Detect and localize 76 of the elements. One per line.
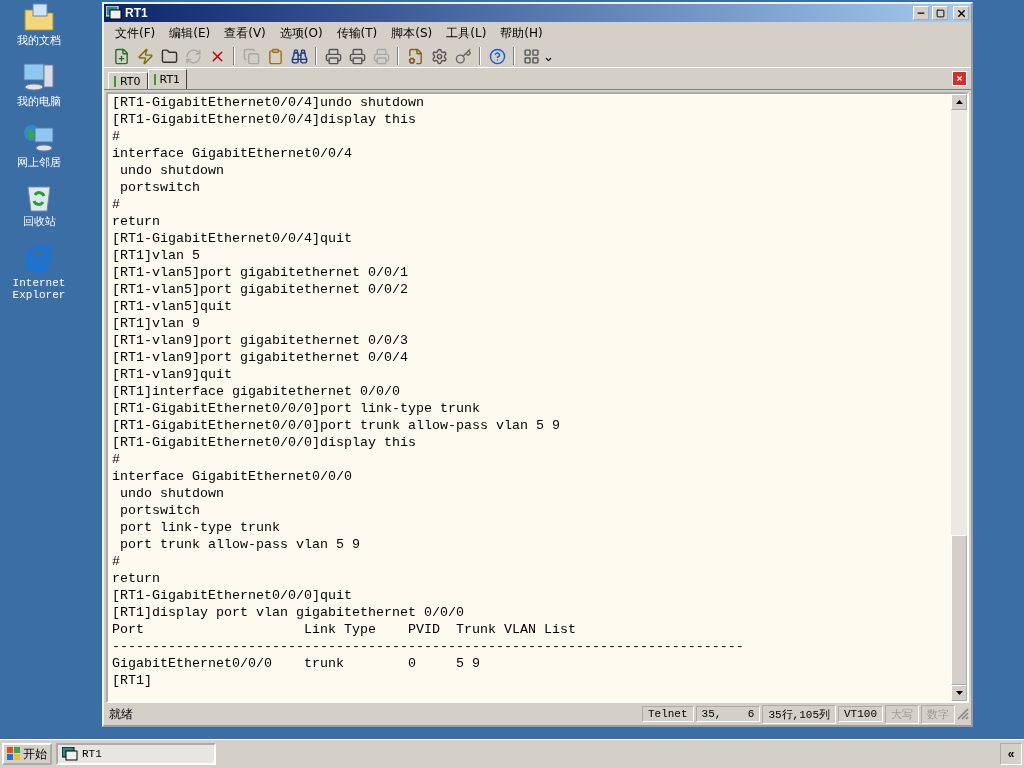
- terminal-line: [RT1-GigabitEthernet0/0/4]undo shutdown: [112, 94, 425, 111]
- desktop-icon-label[interactable]: 我的电脑: [17, 96, 61, 108]
- terminal-line: #: [112, 553, 121, 570]
- recycle-bin-icon: [25, 183, 53, 213]
- vertical-scrollbar[interactable]: [951, 94, 967, 701]
- menu-item[interactable]: 文件(F): [110, 23, 161, 44]
- scroll-thumb[interactable]: [951, 535, 967, 685]
- menu-item[interactable]: 工具(L): [441, 23, 492, 44]
- terminal-line: [RT1-GigabitEthernet0/0/0]port link-type trunk: [112, 400, 481, 417]
- session-tab[interactable]: RT1: [147, 69, 188, 89]
- terminal-line: interface GigabitEthernet0/0/0: [112, 468, 353, 485]
- status-pane: VT100: [838, 706, 883, 722]
- desktop-icon-label[interactable]: 网上邻居: [17, 157, 61, 169]
- terminal-line: [RT1-GigabitEthernet0/0/4]display this: [112, 111, 417, 128]
- status-pane: 35行,105列: [762, 704, 836, 724]
- window-app-icon: [62, 747, 78, 761]
- scroll-up-icon[interactable]: [955, 100, 963, 104]
- scroll-down-icon[interactable]: [955, 691, 963, 695]
- desktop-icon-label[interactable]: 我的文档: [17, 35, 61, 47]
- terminal-line: Port Link Type PVID Trunk VLAN List: [112, 621, 577, 638]
- terminal-area[interactable]: [106, 92, 969, 703]
- window-title: RT1: [125, 6, 149, 20]
- menu-item[interactable]: 选项(O): [274, 23, 328, 44]
- desktop-icon-label[interactable]: Internet Explorer: [1, 277, 77, 301]
- terminal-line: [RT1]interface gigabitethernet 0/0/0: [112, 383, 401, 400]
- terminal-line: interface GigabitEthernet0/0/4: [112, 145, 353, 162]
- overflow-chevron-icon[interactable]: [544, 55, 553, 64]
- taskbar-button[interactable]: RT1: [56, 743, 216, 765]
- terminal-line: [RT1-vlan5]quit: [112, 298, 233, 315]
- windows-flag-icon: [7, 747, 21, 761]
- menu-item[interactable]: 编辑(E): [164, 23, 216, 44]
- terminal-line: [RT1-GigabitEthernet0/0/0]display this: [112, 434, 417, 451]
- menu-item[interactable]: 传输(T): [331, 23, 383, 44]
- terminal-line: [RT1-vlan9]quit: [112, 366, 233, 383]
- terminal-line: [RT1-vlan5]port gigabitethernet 0/0/2: [112, 281, 409, 298]
- terminal-line: [RT1-GigabitEthernet0/0/4]quit: [112, 230, 353, 247]
- terminal-line: #: [112, 128, 121, 145]
- session-tab[interactable]: RT0: [108, 72, 148, 89]
- terminal-line: undo shutdown: [119, 162, 225, 179]
- menu-item[interactable]: 帮助(H): [495, 23, 548, 44]
- status-message: 就绪: [108, 705, 134, 723]
- browser-logo-icon: [23, 242, 55, 274]
- start-button[interactable]: 开始: [2, 743, 52, 765]
- resize-grip-icon[interactable]: [957, 708, 969, 720]
- terminal-line: [RT1]display port vlan gigabitethernet 0/0/0: [112, 604, 465, 621]
- globe-monitor-icon: [22, 122, 56, 154]
- terminal-line: portswitch: [119, 502, 201, 519]
- terminal-line: GigabitEthernet0/0/0 trunk 0 5 9: [112, 655, 481, 672]
- terminal-line: [RT1-vlan9]port gigabitethernet 0/0/4: [112, 349, 409, 366]
- desktop-icon-label[interactable]: 回收站: [22, 216, 56, 228]
- terminal-line: #: [112, 451, 121, 468]
- window-app-icon: [106, 6, 122, 20]
- terminal-line: [RT1-vlan9]port gigabitethernet 0/0/3: [112, 332, 409, 349]
- menu-item[interactable]: 脚本(S): [386, 23, 438, 44]
- tray-toggle-button[interactable]: «: [1000, 743, 1022, 765]
- terminal-line: [RT1]vlan 9: [112, 315, 201, 332]
- terminal-line: -------------------------------------------------------------------------------: [112, 638, 745, 655]
- status-pane: Telnet: [641, 706, 694, 722]
- terminal-line: [RT1-GigabitEthernet0/0/0]quit: [112, 587, 353, 604]
- terminal-line: return: [112, 213, 161, 230]
- terminal-line: [RT1-GigabitEthernet0/0/0]port trunk allow-pass vlan 5 9: [112, 417, 561, 434]
- terminal-line: [RT1]vlan 5: [112, 247, 201, 264]
- close-tab-button[interactable]: [952, 71, 967, 86]
- terminal-line: return: [112, 570, 161, 587]
- status-pane: 数字: [921, 704, 955, 724]
- terminal-line: portswitch: [119, 179, 201, 196]
- terminal-line: [RT1-vlan5]port gigabitethernet 0/0/1: [112, 264, 409, 281]
- computer-icon: [22, 61, 56, 93]
- menu-item[interactable]: 查看(V): [219, 23, 271, 44]
- terminal-line: port trunk allow-pass vlan 5 9: [119, 536, 361, 553]
- status-pane: 35, 6: [695, 706, 761, 722]
- terminal-line: [RT1]: [112, 672, 153, 689]
- terminal-line: undo shutdown: [119, 485, 225, 502]
- terminal-line: port link-type trunk: [119, 519, 281, 536]
- terminal-line: #: [112, 196, 121, 213]
- folder-icon: [23, 2, 55, 32]
